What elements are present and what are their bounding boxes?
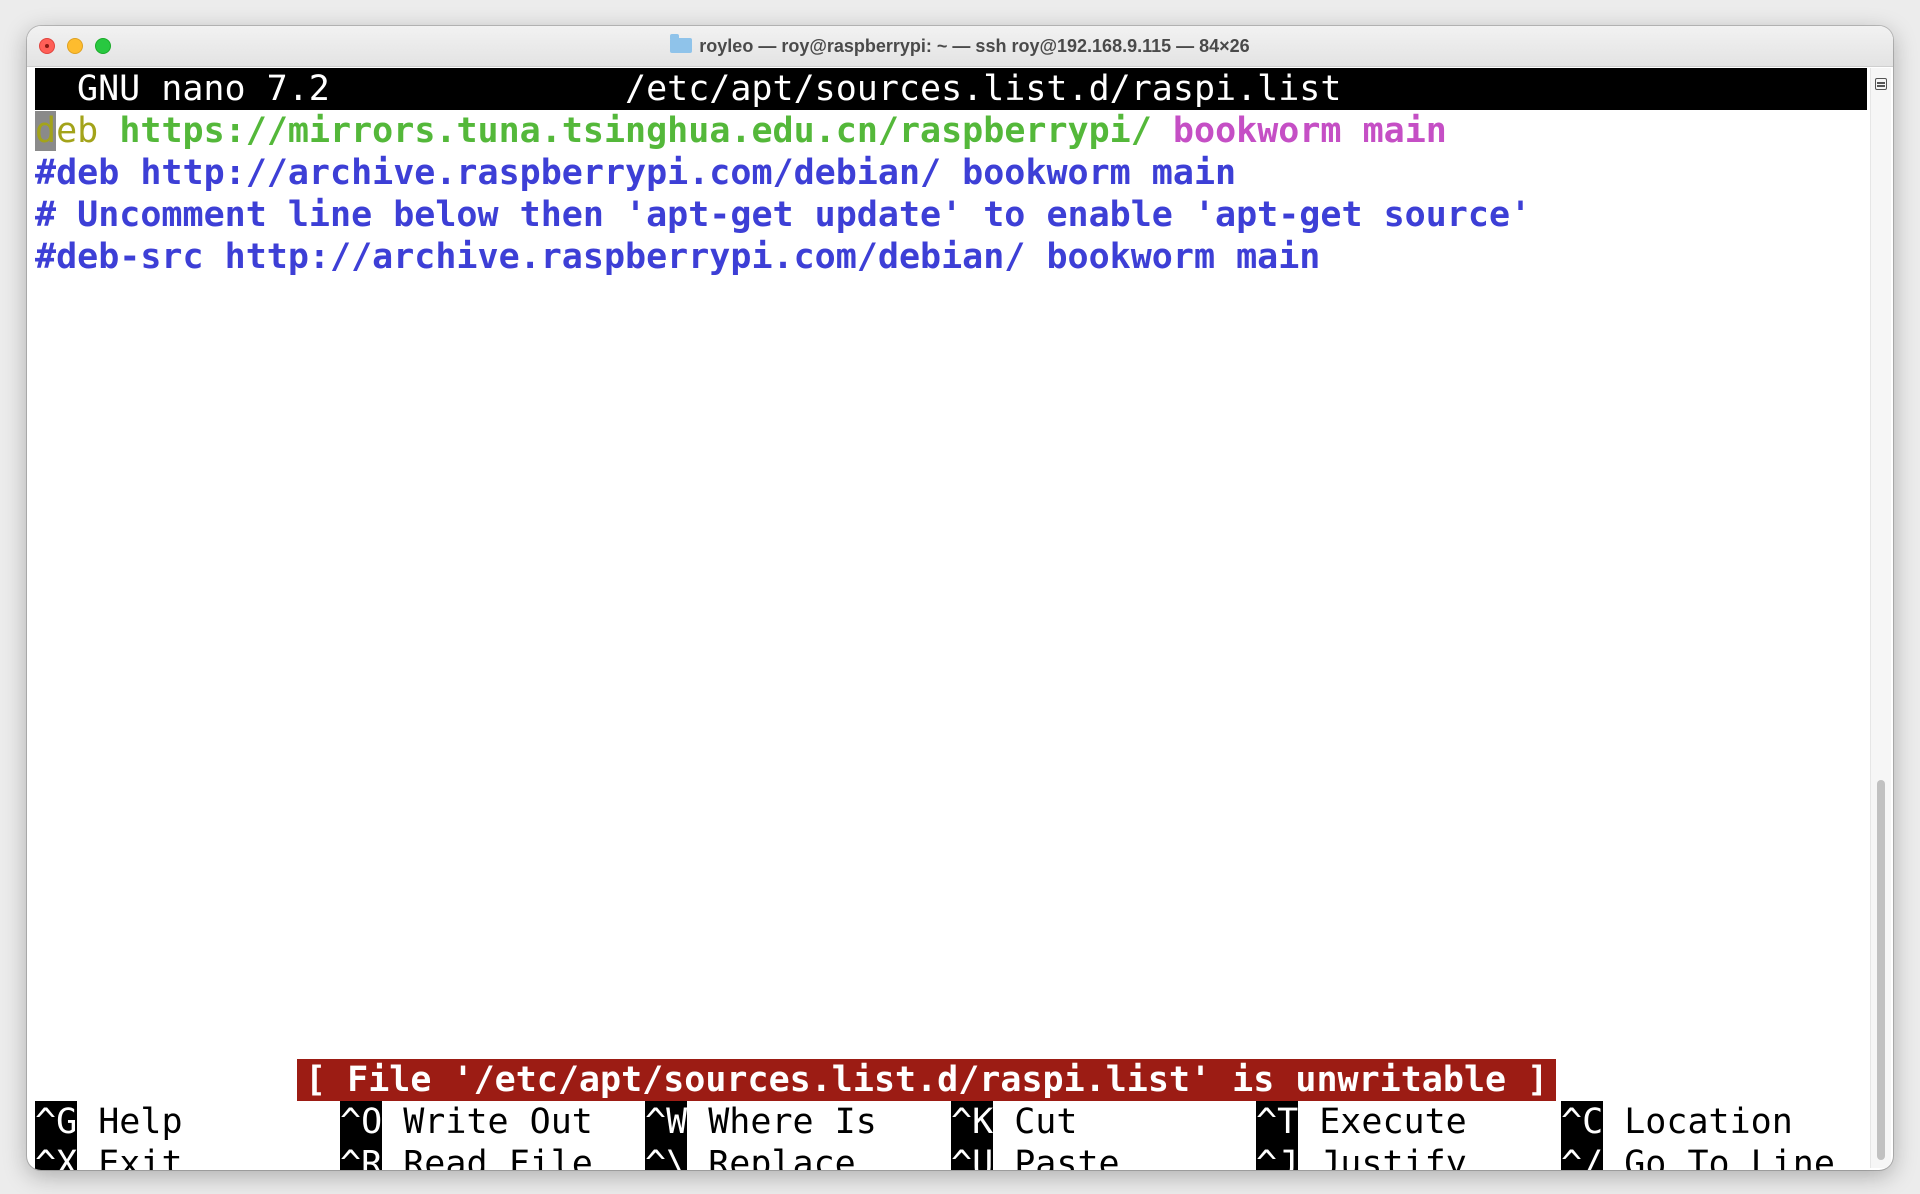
shortcut-label: Go To Line [1624, 1144, 1835, 1170]
shortcut-where-is[interactable]: ^W Where Is [645, 1101, 877, 1143]
shortcut-cut[interactable]: ^K Cut [951, 1101, 1077, 1143]
shortcut-key: ^T [1256, 1101, 1299, 1143]
scrollbar-thumb[interactable] [1877, 780, 1885, 1160]
shortcut-label: Read File [403, 1144, 593, 1170]
line-1-url: https://mirrors.tuna.tsinghua.edu.cn/ras… [119, 111, 1152, 151]
shortcut-key: ^J [1256, 1143, 1299, 1170]
shortcut-exit[interactable]: ^X Exit [35, 1143, 183, 1170]
text-cursor: d [35, 111, 57, 151]
shortcut-go-to-line[interactable]: ^/ Go To Line [1561, 1143, 1835, 1170]
shortcut-label: Where Is [708, 1102, 877, 1142]
shortcut-label: Justify [1319, 1144, 1467, 1170]
shortcut-key: ^/ [1561, 1143, 1604, 1170]
shortcut-key: ^R [340, 1143, 383, 1170]
line-1-keyword: eb [56, 111, 99, 151]
shortcut-key: ^\ [645, 1143, 688, 1170]
status-message: [ File '/etc/apt/sources.list.d/raspi.li… [297, 1059, 1557, 1101]
shortcut-execute[interactable]: ^T Execute [1256, 1101, 1467, 1143]
shortcut-key: ^X [35, 1143, 78, 1170]
shortcut-justify[interactable]: ^J Justify [1256, 1143, 1467, 1170]
shortcut-key: ^K [951, 1101, 994, 1143]
shortcut-label: Replace [708, 1144, 856, 1170]
shortcut-label: Help [98, 1102, 183, 1142]
shortcut-label: Exit [98, 1144, 183, 1170]
shortcut-key: ^G [35, 1101, 78, 1143]
terminal-window: royleo — roy@raspberrypi: ~ — ssh roy@19… [27, 26, 1893, 1170]
nano-header-bar: GNU nano 7.2 /etc/apt/sources.list.d/ras… [35, 68, 1867, 110]
shortcut-label: Write Out [403, 1102, 593, 1142]
shortcut-label: Cut [1014, 1102, 1078, 1142]
nano-file-path: /etc/apt/sources.list.d/raspi.list [625, 69, 1342, 109]
shortcut-label: Execute [1319, 1102, 1467, 1142]
shortcut-label: Paste [1014, 1144, 1120, 1170]
line-1-suite: bookworm main [1172, 111, 1447, 151]
scrollbar[interactable] [1870, 68, 1891, 1168]
shortcut-key: ^W [645, 1101, 688, 1143]
shortcut-replace[interactable]: ^\ Replace [645, 1143, 856, 1170]
editor-line-3[interactable]: # Uncomment line below then 'apt-get upd… [35, 194, 1531, 236]
title-bar: royleo — roy@raspberrypi: ~ — ssh roy@19… [27, 26, 1893, 67]
marks-list-icon[interactable] [1875, 78, 1887, 90]
shortcut-location[interactable]: ^C Location [1561, 1101, 1793, 1143]
terminal-content[interactable]: GNU nano 7.2 /etc/apt/sources.list.d/ras… [35, 68, 1867, 1170]
window-title: royleo — roy@raspberrypi: ~ — ssh roy@19… [699, 36, 1250, 56]
editor-line-2[interactable]: #deb http://archive.raspberrypi.com/debi… [35, 152, 1236, 194]
shortcut-help[interactable]: ^G Help [35, 1101, 183, 1143]
editor-line-1[interactable]: deb https://mirrors.tuna.tsinghua.edu.cn… [35, 110, 1447, 152]
shortcut-paste[interactable]: ^U Paste [951, 1143, 1120, 1170]
shortcut-read-file[interactable]: ^R Read File [340, 1143, 593, 1170]
shortcut-key: ^C [1561, 1101, 1604, 1143]
shortcut-key: ^U [951, 1143, 994, 1170]
shortcut-label: Location [1624, 1102, 1793, 1142]
shortcut-key: ^O [340, 1101, 383, 1143]
shortcut-write-out[interactable]: ^O Write Out [340, 1101, 593, 1143]
editor-line-4[interactable]: #deb-src http://archive.raspberrypi.com/… [35, 236, 1320, 278]
folder-icon [670, 34, 693, 53]
nano-version: GNU nano 7.2 [77, 69, 330, 109]
window-title-container: royleo — roy@raspberrypi: ~ — ssh roy@19… [27, 26, 1893, 66]
